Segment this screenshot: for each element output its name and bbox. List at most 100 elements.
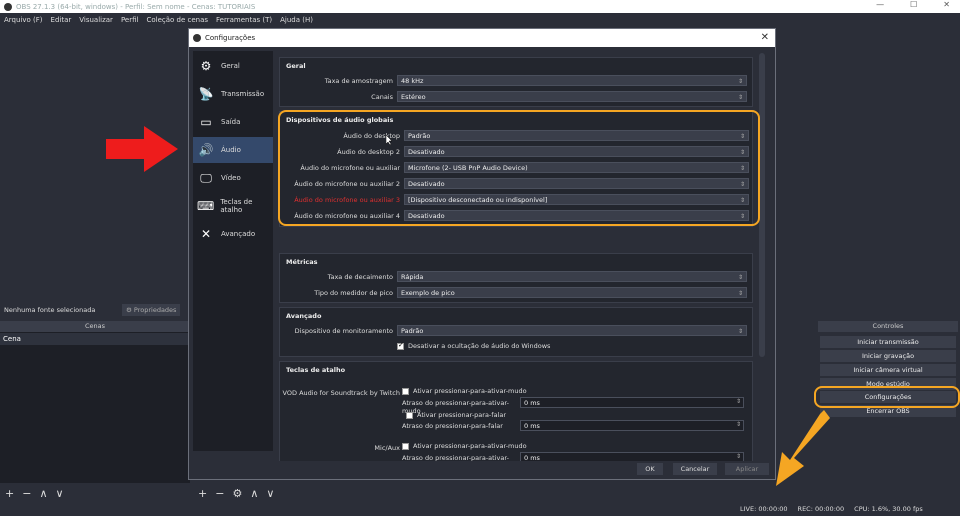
apply-button[interactable]: Aplicar bbox=[725, 463, 769, 475]
cancel-button[interactable]: Cancelar bbox=[673, 463, 717, 475]
add-source-icon[interactable]: + bbox=[198, 487, 207, 500]
add-scene-icon[interactable]: + bbox=[5, 487, 14, 500]
start-virtual-camera-button[interactable]: Iniciar câmera virtual bbox=[820, 364, 956, 376]
chevron-icon: ⇕ bbox=[737, 274, 743, 281]
nav-video[interactable]: 🖵 Vídeo bbox=[193, 165, 273, 191]
vod-mute-delay-spinbox[interactable]: 0 ms ⇕ bbox=[520, 397, 744, 408]
disable-ducking-checkbox[interactable]: Desativar a ocultação de áudio do Window… bbox=[397, 341, 551, 350]
group-metricas: Métricas Taxa de decaimento Rápida ⇕ Tipo… bbox=[279, 253, 753, 303]
menu-colecao-cenas[interactable]: Coleção de cenas bbox=[146, 16, 208, 24]
nav-label: Áudio bbox=[221, 146, 241, 154]
chevron-icon: ⇕ bbox=[737, 78, 743, 85]
move-up-icon[interactable]: ∧ bbox=[39, 487, 47, 500]
checkbox-box[interactable] bbox=[397, 341, 404, 350]
properties-button[interactable]: ⚙ Propriedades bbox=[122, 304, 180, 316]
settings-highlight bbox=[814, 386, 960, 408]
select-value: Padrão bbox=[401, 327, 424, 335]
spin-value: 0 ms bbox=[524, 454, 540, 461]
obs-logo-icon bbox=[193, 34, 201, 42]
menu-editar[interactable]: Editar bbox=[51, 16, 72, 24]
remove-source-icon[interactable]: − bbox=[215, 487, 224, 500]
monitoring-device-select[interactable]: Padrão ⇕ bbox=[397, 325, 747, 336]
audio-devices-highlight bbox=[278, 110, 760, 226]
checkbox-label: Desativar a ocultação de áudio do Window… bbox=[408, 342, 551, 350]
group-geral: Geral Taxa de amostragem 48 kHz ⇕ Canais … bbox=[279, 57, 753, 107]
cpu-status: CPU: 1.6%, 30.00 fps bbox=[854, 505, 923, 513]
keyboard-icon: ⌨ bbox=[197, 199, 215, 213]
window-titlebar: OBS 27.1.3 (64-bit, windows) - Perfil: S… bbox=[0, 0, 960, 13]
group-title: Teclas de atalho bbox=[286, 366, 346, 374]
select-value: Exemplo de pico bbox=[401, 289, 455, 297]
mic-mute-delay-spinbox[interactable]: 0 ms ⇕ bbox=[520, 452, 744, 461]
vod-talk-delay-spinbox[interactable]: 0 ms ⇕ bbox=[520, 420, 744, 431]
menu-arquivo[interactable]: Arquivo (F) bbox=[4, 16, 43, 24]
nav-hotkeys[interactable]: ⌨ Teclas de atalho bbox=[193, 193, 273, 219]
start-recording-button[interactable]: Iniciar gravação bbox=[820, 350, 956, 362]
properties-label: Propriedades bbox=[133, 306, 177, 314]
mouse-cursor-icon bbox=[386, 135, 393, 145]
nav-label: Transmissão bbox=[221, 90, 265, 98]
chevron-icon: ⇕ bbox=[737, 94, 743, 101]
nav-geral[interactable]: ⚙ Geral bbox=[193, 53, 273, 79]
source-toolbar: + − ⚙ ∧ ∨ bbox=[196, 485, 356, 501]
vod-push-to-mute-checkbox[interactable]: Ativar pressionar-para-ativar-mudo bbox=[402, 387, 527, 395]
chevron-icon: ⇕ bbox=[737, 328, 743, 335]
row-label: Tipo do medidor de pico bbox=[314, 289, 393, 297]
row-label: VOD Audio for Soundtrack by Twitch bbox=[282, 389, 400, 397]
scene-item[interactable]: Cena bbox=[0, 333, 190, 345]
move-down-icon[interactable]: ∨ bbox=[266, 487, 274, 500]
speaker-icon: 🔊 bbox=[198, 143, 214, 157]
menu-ajuda[interactable]: Ajuda (H) bbox=[280, 16, 313, 24]
row-label: Mic/Aux bbox=[374, 444, 400, 452]
checkbox-box[interactable] bbox=[402, 387, 409, 395]
row-label: Taxa de decaimento bbox=[327, 273, 393, 281]
close-button[interactable]: ✕ bbox=[943, 0, 950, 9]
move-down-icon[interactable]: ∨ bbox=[56, 487, 64, 500]
remove-scene-icon[interactable]: − bbox=[22, 487, 31, 500]
sample-rate-select[interactable]: 48 kHz ⇕ bbox=[397, 75, 747, 86]
select-value: 48 kHz bbox=[401, 77, 424, 85]
mic-push-to-mute-checkbox[interactable]: Ativar pressionar-para-ativar-mudo bbox=[402, 442, 527, 450]
nav-label: Geral bbox=[221, 62, 240, 70]
minimize-button[interactable]: — bbox=[876, 0, 884, 9]
group-title: Geral bbox=[286, 62, 306, 70]
monitor-icon: 🖵 bbox=[200, 170, 212, 185]
vod-push-to-talk-checkbox[interactable]: Ativar pressionar-para-falar bbox=[406, 411, 506, 419]
maximize-button[interactable]: ☐ bbox=[910, 0, 917, 9]
chevron-icon: ⇕ bbox=[737, 290, 743, 297]
nav-audio[interactable]: 🔊 Áudio bbox=[193, 137, 273, 163]
checkbox-box[interactable] bbox=[406, 411, 413, 419]
group-avancado: Avançado Dispositivo de monitoramento Pa… bbox=[279, 307, 753, 357]
settings-nav: ⚙ Geral 📡 Transmissão ▭ Saída 🔊 Áudio 🖵 Vídeo… bbox=[193, 51, 273, 451]
checkbox-label: Ativar pressionar-para-ativar-mudo bbox=[413, 442, 527, 450]
checkbox-box[interactable] bbox=[402, 442, 409, 450]
rec-status: REC: 00:00:00 bbox=[797, 505, 845, 513]
start-streaming-button[interactable]: Iniciar transmissão bbox=[820, 336, 956, 348]
checkbox-label: Ativar pressionar-para-ativar-mudo bbox=[413, 387, 527, 395]
group-title: Avançado bbox=[286, 312, 322, 320]
menu-visualizar[interactable]: Visualizar bbox=[79, 16, 113, 24]
select-value: Rápida bbox=[401, 273, 424, 281]
nav-saida[interactable]: ▭ Saída bbox=[193, 109, 273, 135]
nav-label: Teclas de atalho bbox=[220, 198, 253, 214]
decay-rate-select[interactable]: Rápida ⇕ bbox=[397, 271, 747, 282]
dialog-titlebar: Configurações ✕ bbox=[189, 29, 775, 47]
row-label: Canais bbox=[371, 93, 393, 101]
channels-select[interactable]: Estéreo ⇕ bbox=[397, 91, 747, 102]
ok-button[interactable]: OK bbox=[637, 463, 663, 475]
dialog-close-button[interactable]: ✕ bbox=[761, 29, 769, 47]
row-label: Atraso do pressionar-para-falar bbox=[402, 422, 503, 430]
nav-label: Avançado bbox=[221, 230, 256, 238]
nav-avancado[interactable]: ✕ Avançado bbox=[193, 221, 273, 247]
scenes-dock: Cenas bbox=[0, 321, 190, 483]
peak-meter-select[interactable]: Exemplo de pico ⇕ bbox=[397, 287, 747, 298]
row-label: Taxa de amostragem bbox=[324, 77, 393, 85]
chevron-icon: ⇕ bbox=[735, 421, 741, 428]
move-up-icon[interactable]: ∧ bbox=[250, 487, 258, 500]
menu-perfil[interactable]: Perfil bbox=[121, 16, 139, 24]
menu-ferramentas[interactable]: Ferramentas (T) bbox=[216, 16, 272, 24]
nav-transmissao[interactable]: 📡 Transmissão bbox=[193, 81, 273, 107]
nav-label: Saída bbox=[221, 118, 241, 126]
chevron-icon: ⇕ bbox=[735, 453, 741, 460]
source-settings-icon[interactable]: ⚙ bbox=[232, 487, 242, 500]
